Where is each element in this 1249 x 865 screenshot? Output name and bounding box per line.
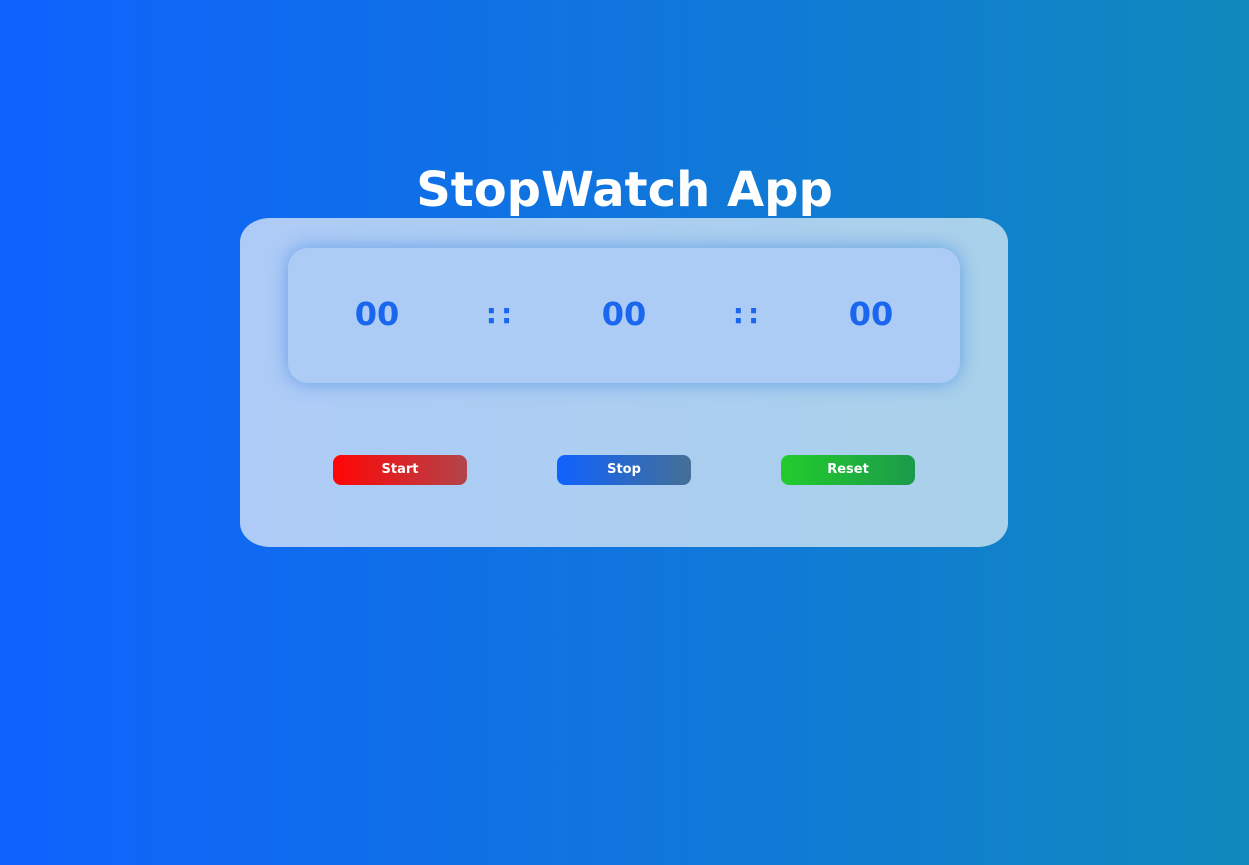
time-display: 00 :: 00 :: 00	[288, 248, 960, 383]
seconds-value: 00	[848, 295, 894, 333]
reset-button[interactable]: Reset	[781, 455, 915, 485]
time-separator: ::	[732, 297, 764, 330]
stop-button[interactable]: Stop	[557, 455, 691, 485]
start-button[interactable]: Start	[333, 455, 467, 485]
page-title: StopWatch App	[416, 162, 833, 218]
hours-value: 00	[354, 295, 400, 333]
time-separator: ::	[485, 297, 517, 330]
minutes-value: 00	[601, 295, 647, 333]
stopwatch-card: 00 :: 00 :: 00 Start Stop Reset	[240, 218, 1008, 547]
